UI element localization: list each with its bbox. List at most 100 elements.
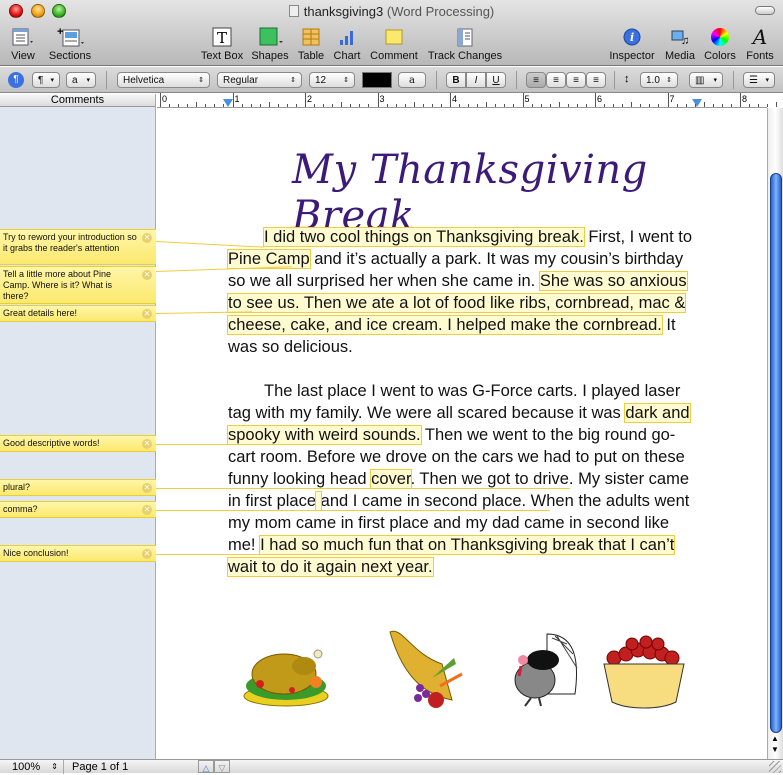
align-right-button[interactable]: ≡ bbox=[566, 72, 586, 88]
previous-page-button[interactable]: △ bbox=[198, 760, 214, 773]
comment-text: Try to reword your introduction so it gr… bbox=[3, 232, 137, 253]
ruler-tick bbox=[604, 104, 606, 107]
media-icon: ♫ bbox=[671, 30, 689, 47]
ruler-tick bbox=[196, 102, 198, 107]
roast-turkey-image[interactable] bbox=[242, 624, 332, 714]
justify-button[interactable]: ≡ bbox=[586, 72, 606, 88]
comment-item[interactable]: Try to reword your introduction so it gr… bbox=[0, 229, 156, 265]
apple-bowl-image[interactable] bbox=[600, 624, 690, 714]
window-title-text: thanksgiving3 bbox=[303, 4, 384, 19]
commented-text[interactable]: Pine Camp bbox=[227, 249, 311, 269]
font-size-select[interactable]: 12 ⇕ bbox=[309, 72, 355, 88]
comment-item[interactable]: Tell a little more about Pine Camp. Wher… bbox=[0, 266, 156, 304]
toolbar-toggle-button[interactable] bbox=[755, 6, 775, 15]
chart-button[interactable]: Chart bbox=[332, 26, 362, 62]
ruler-tick bbox=[413, 102, 415, 107]
left-indent-marker[interactable] bbox=[223, 99, 233, 107]
svg-text:T: T bbox=[217, 29, 227, 47]
font-family-select[interactable]: Helvetica ⇕ bbox=[117, 72, 210, 88]
fonts-button[interactable]: A Fonts bbox=[744, 25, 776, 62]
ruler-tick bbox=[459, 104, 461, 107]
delete-comment-icon[interactable]: ✕ bbox=[142, 505, 152, 515]
sections-button[interactable]: + Sections bbox=[48, 26, 92, 62]
delete-comment-icon[interactable]: ✕ bbox=[142, 439, 152, 449]
cornucopia-image[interactable] bbox=[382, 624, 472, 714]
line-spacing-select[interactable]: 1.0 ⇕ bbox=[640, 72, 678, 88]
separator bbox=[733, 71, 734, 89]
scrollbar-thumb[interactable] bbox=[770, 173, 782, 733]
ruler-tick bbox=[595, 93, 596, 107]
delete-comment-icon[interactable]: ✕ bbox=[142, 270, 152, 280]
align-left-button[interactable]: ≡ bbox=[526, 72, 546, 88]
ruler-tick bbox=[567, 104, 569, 107]
resize-handle[interactable] bbox=[769, 761, 781, 773]
delete-comment-icon[interactable]: ✕ bbox=[142, 233, 152, 243]
typeface-select[interactable]: Regular ⇕ bbox=[217, 72, 302, 88]
list-style-popup[interactable]: ☰ ▾ bbox=[743, 72, 775, 88]
highlight-color-well[interactable]: a bbox=[398, 72, 426, 88]
comment-item[interactable]: comma? ✕ bbox=[0, 501, 156, 518]
view-button[interactable]: View bbox=[8, 26, 38, 62]
character-style-popup[interactable]: a ▾ bbox=[66, 72, 96, 88]
document-page[interactable]: My Thanksgiving Break I did two cool thi… bbox=[157, 109, 767, 759]
text-box-label: Text Box bbox=[200, 50, 244, 62]
horizontal-ruler[interactable]: 0 1 2 3 4 5 6 7 8 bbox=[157, 93, 778, 108]
text-box-button[interactable]: T Text Box bbox=[199, 26, 245, 62]
comment-item[interactable]: Good descriptive words! ✕ bbox=[0, 435, 156, 452]
italic-button[interactable]: I bbox=[466, 72, 486, 88]
text-color-well[interactable] bbox=[362, 72, 392, 88]
comment-item[interactable]: plural? ✕ bbox=[0, 479, 156, 496]
shapes-button[interactable]: Shapes bbox=[251, 26, 289, 62]
align-center-button[interactable]: ≡ bbox=[546, 72, 566, 88]
fonts-icon: A bbox=[752, 25, 768, 49]
ruler-tick bbox=[776, 102, 778, 107]
scroll-up-arrow[interactable]: ▲ bbox=[771, 734, 779, 743]
right-indent-marker[interactable] bbox=[692, 99, 702, 107]
media-button[interactable]: ♫ Media bbox=[663, 26, 697, 62]
ruler-tick bbox=[440, 104, 442, 107]
ruler-tick bbox=[323, 104, 325, 107]
delete-comment-icon[interactable]: ✕ bbox=[142, 549, 152, 559]
delete-comment-icon[interactable]: ✕ bbox=[142, 309, 152, 319]
ruler-tick bbox=[359, 104, 361, 107]
scroll-down-arrow[interactable]: ▼ bbox=[771, 745, 779, 754]
commented-text[interactable]: I did two cool things on Thanksgiving br… bbox=[263, 227, 585, 247]
next-page-button[interactable]: ▽ bbox=[214, 760, 230, 773]
ruler-tick bbox=[468, 104, 470, 107]
ruler-tick bbox=[613, 104, 615, 107]
delete-comment-icon[interactable]: ✕ bbox=[142, 483, 152, 493]
ruler-tick bbox=[232, 93, 234, 107]
ruler-tick bbox=[558, 102, 560, 107]
colors-button[interactable]: Colors bbox=[703, 26, 737, 62]
vertical-scrollbar[interactable]: ▲ ▼ bbox=[767, 108, 783, 759]
separator bbox=[614, 71, 615, 89]
turkey-bird-image[interactable] bbox=[507, 624, 587, 714]
styles-drawer-button[interactable]: ¶ bbox=[8, 72, 24, 88]
table-button[interactable]: Table bbox=[296, 26, 326, 62]
underline-button[interactable]: U bbox=[486, 72, 506, 88]
comment-button[interactable]: Comment bbox=[369, 26, 419, 62]
inspector-button[interactable]: i Inspector bbox=[608, 26, 656, 62]
zoom-select[interactable]: 100% ⇕ bbox=[12, 760, 58, 774]
ruler-number: 1 bbox=[234, 94, 240, 104]
ruler-tick bbox=[368, 104, 370, 107]
paragraph-1[interactable]: I did two cool things on Thanksgiving br… bbox=[227, 226, 698, 358]
paragraph-2[interactable]: The last place I went to was G-Force car… bbox=[226, 380, 698, 578]
comment-item[interactable]: Nice conclusion! ✕ bbox=[0, 545, 156, 562]
comment-text: Nice conclusion! bbox=[3, 548, 69, 558]
comment-item[interactable]: Great details here! ✕ bbox=[0, 305, 156, 322]
comment-text: Good descriptive words! bbox=[3, 438, 100, 448]
ruler-tick bbox=[404, 104, 406, 107]
commented-text[interactable]: I had so much fun that on Thanksgiving b… bbox=[226, 535, 676, 577]
ruler-tick bbox=[676, 104, 678, 107]
columns-popup[interactable]: ▥ ▾ bbox=[689, 72, 723, 88]
commented-text[interactable]: cover bbox=[370, 469, 412, 489]
comment-connector bbox=[156, 444, 264, 445]
comment-icon bbox=[385, 29, 403, 45]
paragraph-style-popup[interactable]: ¶ ▾ bbox=[32, 72, 60, 88]
bold-button[interactable]: B bbox=[446, 72, 466, 88]
inspector-label: Inspector bbox=[609, 50, 655, 62]
track-changes-button[interactable]: Track Changes bbox=[427, 26, 503, 62]
ruler-tick bbox=[350, 104, 352, 107]
columns-icon: ▥ bbox=[695, 74, 705, 86]
